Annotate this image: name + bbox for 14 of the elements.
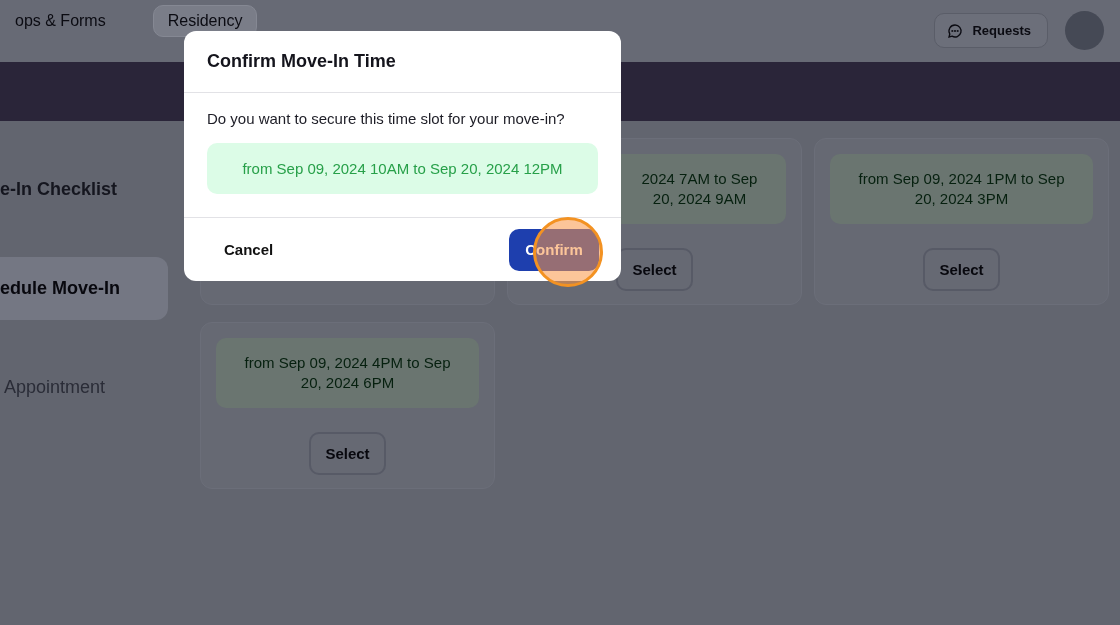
sidebar-item[interactable]: edule Move-In [0, 257, 168, 320]
time-slot: from Sep 09, 2024 1PM to Sep 20, 2024 3PM [830, 154, 1093, 224]
time-slot: from Sep 09, 2024 4PM to Sep 20, 2024 6PM [216, 338, 479, 408]
sidebar-item[interactable]: e-In Checklist [0, 158, 168, 221]
chat-icon [947, 22, 964, 39]
selected-time-slot: from Sep 09, 2024 10AM to Sep 20, 2024 12PM [207, 143, 598, 194]
dialog-message: Do you want to secure this time slot for your move-in? [207, 110, 566, 127]
select-button[interactable]: Select [309, 432, 386, 475]
cancel-button[interactable]: Cancel [206, 231, 292, 268]
avatar[interactable] [1065, 11, 1104, 50]
requests-button[interactable]: Requests [934, 13, 1048, 48]
dialog-title: Confirm Move-In Time [184, 31, 621, 93]
select-button[interactable]: Select [923, 248, 1000, 291]
nav-tab[interactable]: ops & Forms [0, 5, 121, 37]
